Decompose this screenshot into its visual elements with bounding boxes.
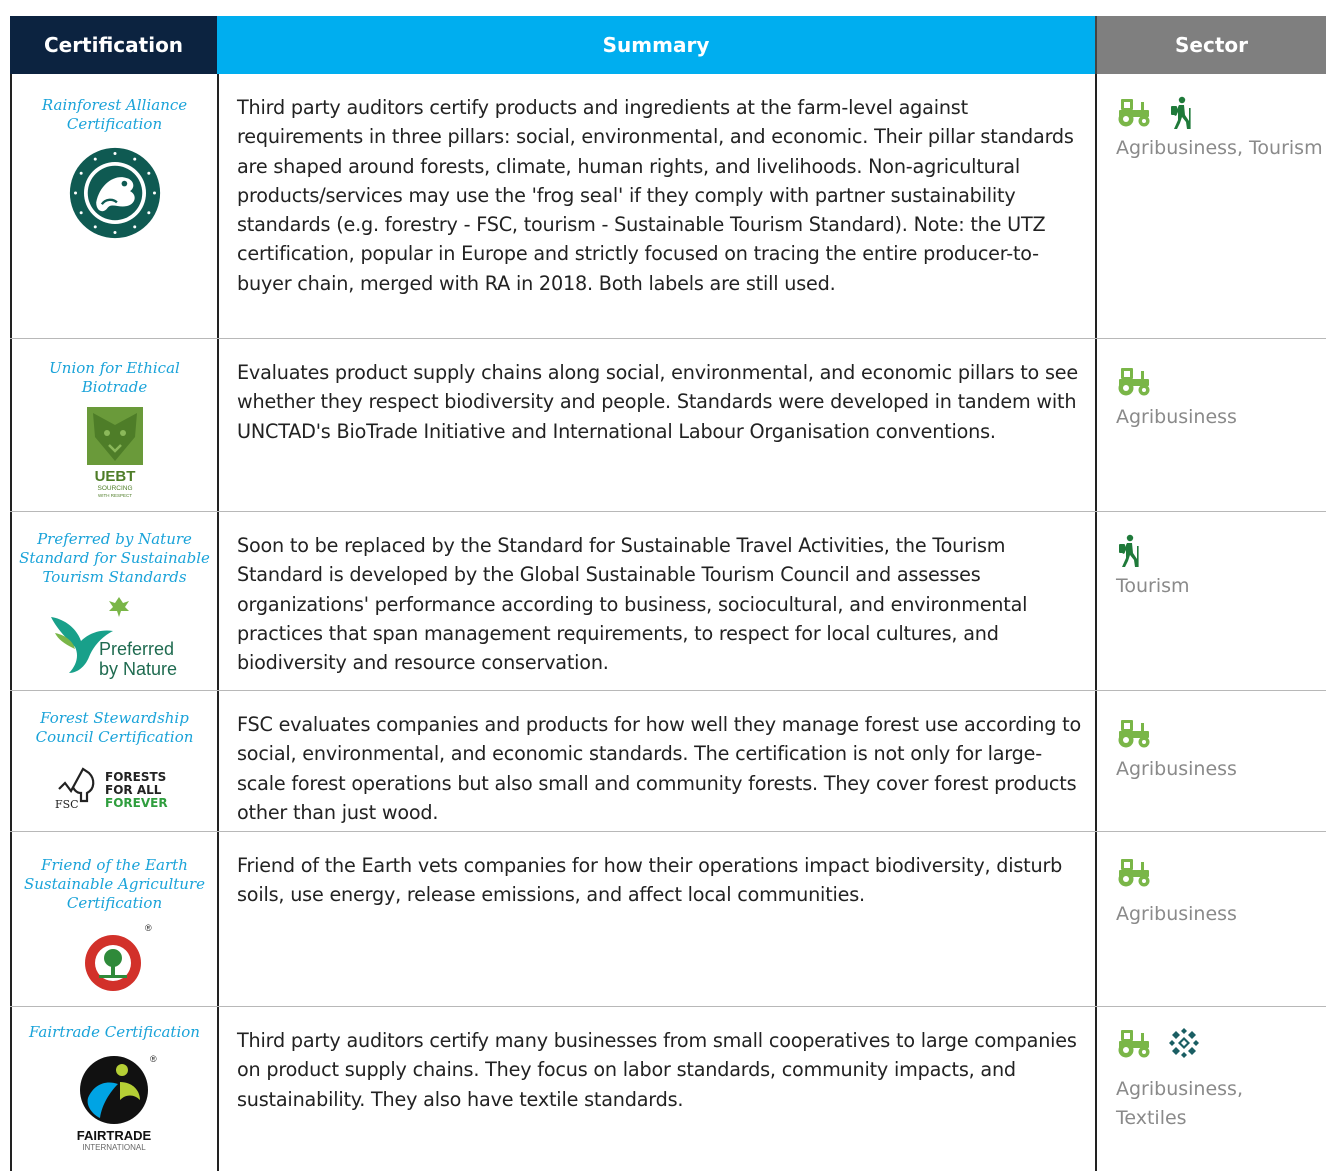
certification-cell: Friend of the Earth Sustainable Agricult… — [10, 832, 217, 1006]
rainforest-alliance-logo-icon — [69, 147, 160, 239]
tractor-icon — [1116, 1027, 1152, 1059]
sector-label: Agribusiness — [1116, 406, 1237, 428]
sector-cell: Agribusiness — [1095, 832, 1326, 1006]
table-row: Friend of the Earth Sustainable Agricult… — [10, 832, 1326, 1007]
svg-text:INTERNATIONAL: INTERNATIONAL — [82, 1143, 146, 1152]
certification-cell: Fairtrade Certification ® FAIRTRADE INTE… — [10, 1007, 217, 1171]
svg-text:Preferred: Preferred — [99, 639, 174, 659]
svg-text:®: ® — [145, 923, 152, 933]
certification-name[interactable]: Fairtrade Certification — [12, 1023, 217, 1042]
summary-cell: Third party auditors certify products an… — [217, 74, 1095, 338]
certification-name[interactable]: Friend of the Earth Sustainable Agricult… — [12, 856, 217, 913]
header-summary: Summary — [217, 16, 1095, 74]
svg-text:FOR ALL: FOR ALL — [105, 783, 162, 797]
tractor-icon — [1116, 96, 1152, 128]
fsc-logo-icon: FSC FORESTS FOR ALL FOREVER — [55, 767, 168, 809]
tractor-icon — [1116, 717, 1152, 749]
uebt-logo-icon: UEBT SOURCING WITH RESPECT — [86, 407, 143, 498]
svg-text:by Nature: by Nature — [99, 659, 177, 679]
certification-cell: Rainforest Alliance Certification — [10, 74, 217, 338]
table-header: Certification Summary Sector — [10, 16, 1326, 74]
textile-weave-icon — [1168, 1027, 1200, 1059]
summary-cell: Evaluates product supply chains along so… — [217, 339, 1095, 511]
certification-cell: Union for Ethical Biotrade UEBT SOURCING… — [10, 339, 217, 511]
hiker-icon — [1116, 534, 1142, 568]
summary-cell: Third party auditors certify many busine… — [217, 1007, 1095, 1171]
preferred-by-nature-logo-icon: Preferred by Nature — [50, 597, 177, 679]
certification-name[interactable]: Preferred by Nature Standard for Sustain… — [12, 530, 217, 587]
sector-label: Agribusiness — [1116, 903, 1237, 925]
sector-cell: Tourism — [1095, 512, 1326, 690]
svg-text:FAIRTRADE: FAIRTRADE — [76, 1128, 151, 1143]
sector-cell: Agribusiness — [1095, 339, 1326, 511]
sector-cell: Agribusiness, Textiles — [1095, 1007, 1326, 1171]
certification-name[interactable]: Forest Stewardship Council Certification — [12, 709, 217, 747]
header-certification: Certification — [10, 16, 217, 74]
table-row: Rainforest Alliance Certification Third … — [10, 74, 1326, 339]
tractor-icon — [1116, 856, 1152, 888]
summary-cell: FSC evaluates companies and products for… — [217, 691, 1095, 831]
certification-name[interactable]: Rainforest Alliance Certification — [12, 96, 217, 134]
certification-cell: Forest Stewardship Council Certification… — [10, 691, 217, 831]
sector-label: Agribusiness — [1116, 758, 1237, 780]
sector-cell: Agribusiness — [1095, 691, 1326, 831]
svg-text:FSC: FSC — [55, 798, 79, 809]
sector-label: Agribusiness, Textiles — [1116, 1078, 1243, 1129]
svg-text:UEBT: UEBT — [94, 468, 135, 485]
summary-cell: Friend of the Earth vets companies for h… — [217, 832, 1095, 1006]
svg-text:SOURCING: SOURCING — [97, 485, 132, 492]
svg-text:WITH RESPECT: WITH RESPECT — [97, 493, 131, 498]
tractor-icon — [1116, 365, 1152, 397]
table-row: Fairtrade Certification ® FAIRTRADE INTE… — [10, 1007, 1326, 1171]
table-row: Forest Stewardship Council Certification… — [10, 691, 1326, 832]
svg-text:®: ® — [150, 1054, 157, 1064]
table-row: Union for Ethical Biotrade UEBT SOURCING… — [10, 339, 1326, 512]
header-sector: Sector — [1095, 16, 1326, 74]
certification-cell: Preferred by Nature Standard for Sustain… — [10, 512, 217, 690]
svg-text:FORESTS: FORESTS — [105, 770, 166, 784]
sector-label: Agribusiness, Tourism — [1116, 137, 1323, 159]
hiker-icon — [1168, 96, 1194, 130]
summary-cell: Soon to be replaced by the Standard for … — [217, 512, 1095, 690]
sector-label: Tourism — [1116, 575, 1190, 597]
friend-of-the-earth-logo-icon: ® — [84, 923, 152, 991]
svg-text:FOREVER: FOREVER — [105, 796, 168, 809]
sector-cell: Agribusiness, Tourism — [1095, 74, 1326, 338]
table-row: Preferred by Nature Standard for Sustain… — [10, 512, 1326, 691]
certification-table: Certification Summary Sector Rainforest … — [10, 16, 1326, 1171]
fairtrade-logo-icon: ® FAIRTRADE INTERNATIONAL — [76, 1054, 157, 1152]
certification-name[interactable]: Union for Ethical Biotrade — [12, 359, 217, 397]
